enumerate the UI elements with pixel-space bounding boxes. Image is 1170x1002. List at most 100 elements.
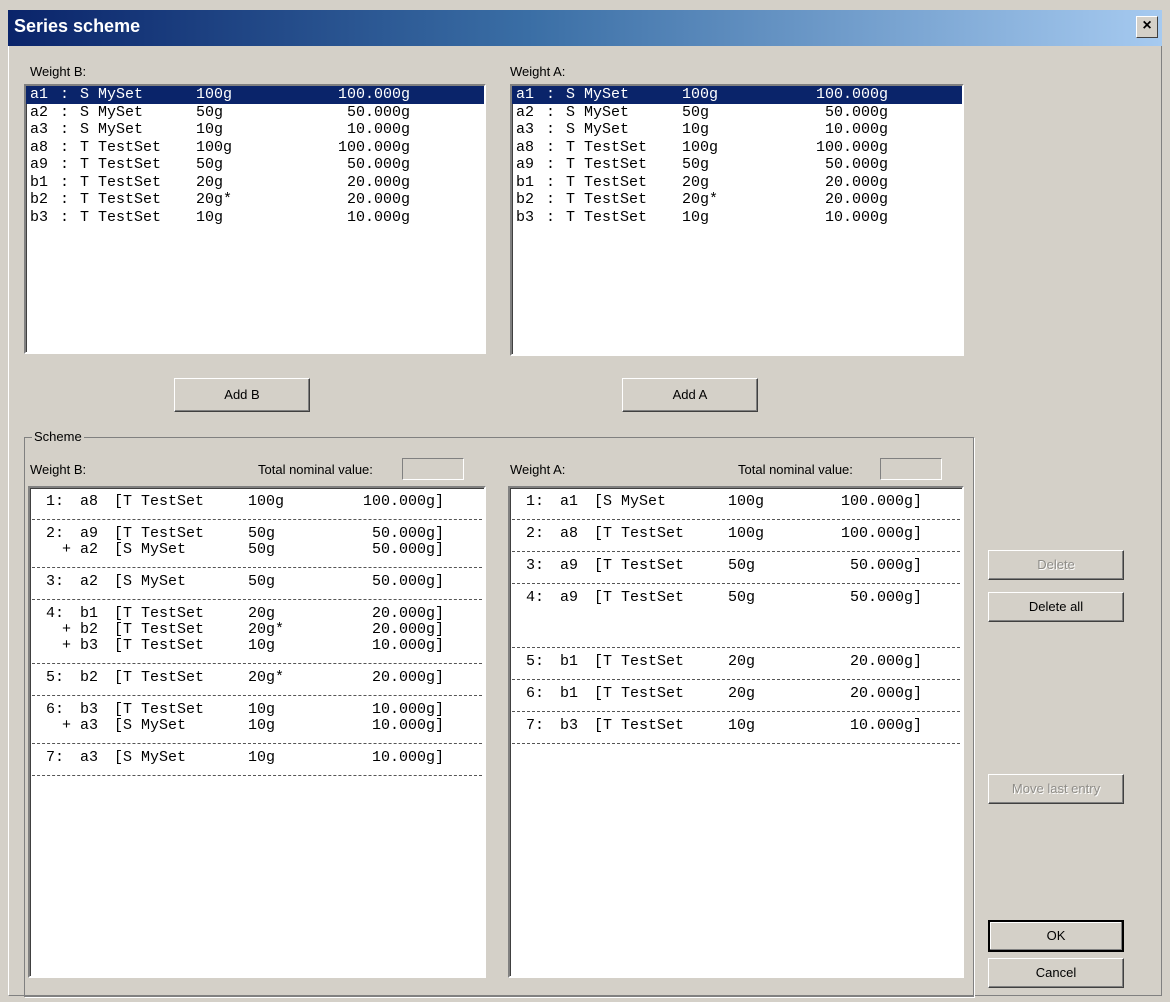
add-b-button[interactable]: Add B (174, 378, 310, 412)
scheme-row-set: [S MySet (114, 541, 187, 558)
scheme-row-set: [T TestSet (114, 525, 205, 542)
list-item[interactable]: a1: S MySet 100g 100.000g (512, 86, 962, 104)
weight-a-list[interactable]: a1: S MySet 100g 100.000g a2: S MySet 50g 50.00… (510, 84, 964, 356)
list-item-value: 50.000g (824, 103, 888, 121)
delete-all-button[interactable]: Delete all (988, 592, 1124, 622)
list-item-value: 50.000g (346, 156, 410, 173)
scheme-row-nominal: 20g (728, 685, 756, 702)
move-last-entry-button[interactable]: Move last entry (988, 774, 1124, 804)
list-item[interactable]: b3: T TestSet 10g 10.000g (26, 209, 484, 227)
list-item[interactable]: b2: T TestSet 20g* 20.000g (26, 191, 484, 209)
scheme-row-value: 20.000g] (849, 685, 922, 702)
list-item-value: 100.000g (815, 138, 888, 156)
scheme-group-entry[interactable]: 2: a8 [T TestSet 100g 100.000g] (512, 520, 960, 552)
list-item-id: b2 (516, 191, 535, 208)
scheme-group-entry[interactable]: 1: a1 [S MySet 100g 100.000g] (512, 488, 960, 520)
list-item-sep: : (546, 173, 556, 191)
list-item[interactable]: b3: T TestSet 10g 10.000g (512, 209, 962, 227)
scheme-row-id: a9 (560, 557, 579, 574)
list-item[interactable]: b1: T TestSet 20g 20.000g (26, 174, 484, 192)
list-item-id: a9 (516, 156, 535, 173)
scheme-row-set: [T TestSet (114, 605, 205, 622)
list-item-nominal: 100g (682, 138, 719, 156)
list-item-nominal: 20g (196, 173, 224, 191)
list-item-set: S MySet (566, 121, 630, 138)
list-item[interactable]: a9: T TestSet 50g 50.000g (26, 156, 484, 174)
scheme-weight-b-list[interactable]: 1: a8 [T TestSet 100g 100.000g] 2: a9 [T TestSe… (28, 486, 486, 978)
scheme-row-value: 10.000g] (371, 717, 444, 734)
scheme-row-prefix: 2: (46, 525, 65, 542)
scheme-weight-a-list[interactable]: 1: a1 [S MySet 100g 100.000g] 2: a8 [T TestSet 1… (508, 486, 964, 978)
scheme-row-id: b1 (560, 685, 579, 702)
scheme-row-nominal: 10g (248, 717, 276, 734)
scheme-group-entry[interactable]: 6: b1 [T TestSet 20g 20.000g] (512, 680, 960, 712)
scheme-row-set: [S MySet (114, 717, 187, 734)
scheme-group-entry[interactable]: 5: b1 [T TestSet 20g 20.000g] (512, 648, 960, 680)
delete-button[interactable]: Delete (988, 550, 1124, 580)
weight-b-list[interactable]: a1: S MySet 100g 100.000g a2: S MySet 50g 50.00… (24, 84, 486, 354)
scheme-row: 6: b1 [T TestSet 20g 20.000g] (512, 686, 960, 702)
list-item[interactable]: b2: T TestSet 20g* 20.000g (512, 191, 962, 209)
total-nominal-b-label: Total nominal value: (258, 462, 373, 477)
list-item-value: 20.000g (824, 173, 888, 191)
scheme-row-set: [S MySet (594, 493, 667, 510)
scheme-group-entry[interactable]: 3: a2 [S MySet 50g 50.000g] (32, 568, 482, 600)
close-button[interactable]: × (1136, 16, 1158, 38)
scheme-group-entry[interactable]: 7: a3 [S MySet 10g 10.000g] (32, 744, 482, 776)
scheme-row-set: [S MySet (114, 749, 187, 766)
scheme-group-entry[interactable]: 6: b3 [T TestSet 10g 10.000g] + a3 [S MySet 10g 1… (32, 696, 482, 744)
scheme-row-prefix: 1: (46, 493, 65, 510)
list-item-value: 100.000g (337, 86, 410, 103)
scheme-group-entry[interactable]: 7: b3 [T TestSet 10g 10.000g] (512, 712, 960, 744)
list-item-sep: : (546, 208, 556, 226)
scheme-row-value: 10.000g] (371, 637, 444, 654)
list-item[interactable]: a8: T TestSet 100g 100.000g (512, 139, 962, 157)
scheme-group-entry[interactable]: 3: a9 [T TestSet 50g 50.000g] (512, 552, 960, 584)
list-item-nominal: 50g (196, 156, 224, 173)
list-item-nominal: 10g (196, 121, 224, 138)
list-item-id: b3 (30, 208, 49, 226)
ok-button[interactable]: OK (988, 920, 1124, 952)
scheme-row-id: a3 (80, 717, 99, 734)
scheme-row-prefix: 5: (526, 653, 545, 670)
scheme-row: 4: a9 [T TestSet 50g 50.000g] (512, 590, 960, 606)
list-item[interactable]: a3: S MySet 10g 10.000g (512, 121, 962, 139)
scheme-row-prefix: + (62, 637, 72, 654)
scheme-row-nominal: 100g (728, 493, 765, 510)
list-item-value: 50.000g (824, 156, 888, 173)
list-item-set: T TestSet (80, 138, 162, 156)
cancel-button[interactable]: Cancel (988, 958, 1124, 988)
scheme-row: + b3 [T TestSet 10g 10.000g] (32, 638, 482, 654)
scheme-row: + a3 [S MySet 10g 10.000g] (32, 718, 482, 734)
scheme-row-nominal: 50g (248, 573, 276, 590)
list-item[interactable]: a8: T TestSet 100g 100.000g (26, 139, 484, 157)
scheme-group-entry[interactable]: 5: b2 [T TestSet 20g* 20.000g] (32, 664, 482, 696)
scheme-group-entry[interactable]: 4: b1 [T TestSet 20g 20.000g] + b2 [T TestSet 20… (32, 600, 482, 664)
list-item-set: T TestSet (80, 173, 162, 191)
list-item[interactable]: b1: T TestSet 20g 20.000g (512, 174, 962, 192)
list-item[interactable]: a9: T TestSet 50g 50.000g (512, 156, 962, 174)
scheme-row-value: 100.000g] (840, 525, 922, 542)
scheme-row-id: a2 (80, 541, 99, 558)
list-item-set: T TestSet (80, 208, 162, 226)
cancel-label: Cancel (1035, 965, 1077, 980)
scheme-group-entry[interactable]: 1: a8 [T TestSet 100g 100.000g] (32, 488, 482, 520)
list-item[interactable]: a1: S MySet 100g 100.000g (26, 86, 484, 104)
scheme-group-entry[interactable]: 4: a9 [T TestSet 50g 50.000g] (512, 584, 960, 648)
scheme-row-nominal: 50g (248, 525, 276, 542)
list-item[interactable]: a2: S MySet 50g 50.000g (26, 104, 484, 122)
list-item-set: S MySet (80, 121, 144, 138)
list-item[interactable]: a2: S MySet 50g 50.000g (512, 104, 962, 122)
list-item-nominal: 50g (682, 156, 710, 173)
scheme-row-nominal: 100g (728, 525, 765, 542)
scheme-row: + a2 [S MySet 50g 50.000g] (32, 542, 482, 558)
list-item-set: T TestSet (80, 156, 162, 173)
list-item-nominal: 20g* (196, 191, 233, 208)
list-item[interactable]: a3: S MySet 10g 10.000g (26, 121, 484, 139)
scheme-group-entry[interactable]: 2: a9 [T TestSet 50g 50.000g] + a2 [S MySet 50g 5… (32, 520, 482, 568)
list-item-set: T TestSet (566, 156, 648, 173)
list-item-value: 10.000g (824, 121, 888, 138)
scheme-row-nominal: 10g (728, 717, 756, 734)
scheme-row-set: [T TestSet (114, 669, 205, 686)
add-a-button[interactable]: Add A (622, 378, 758, 412)
